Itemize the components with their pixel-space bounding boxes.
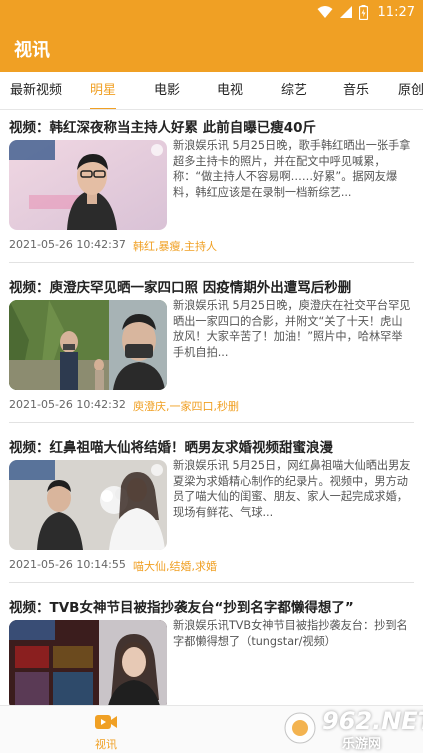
news-item[interactable]: 视频：红鼻祖喵大仙将结婚！晒男友求婚视频甜蜜浪漫 新浪娱乐讯 5月25日，网红鼻… (0, 430, 423, 585)
news-timestamp: 2021-05-26 10:42:32 (9, 398, 126, 411)
tab-tv[interactable]: 电视 (217, 72, 243, 109)
news-item[interactable]: 视频：韩红深夜称当主持人好累 此前自曝已瘦40斤 新浪娱乐讯 5月25日晚，歌手… (0, 110, 423, 265)
news-feed[interactable]: 视频：韩红深夜称当主持人好累 此前自曝已瘦40斤 新浪娱乐讯 5月25日晚，歌手… (0, 110, 423, 705)
news-title: 视频：TVB女神节目被指抄袭友台“抄到名字都懒得想了” (9, 600, 354, 616)
app-bar: 视讯 (0, 24, 423, 72)
news-summary: 新浪娱乐讯 5月25日，网红鼻祖喵大仙晒出男友夏梁为求婚精心制作的纪录片。视频中… (173, 459, 411, 519)
news-title: 视频：红鼻祖喵大仙将结婚！晒男友求婚视频甜蜜浪漫 (9, 440, 333, 456)
video-thumbnail[interactable] (9, 300, 167, 390)
tab-stars[interactable]: 明星 (90, 72, 117, 109)
clock: 11:27 (377, 4, 415, 20)
news-timestamp: 2021-05-26 10:42:37 (9, 238, 126, 251)
wifi-icon (317, 6, 333, 18)
news-tags: 庾澄庆,一家四口,秒删 (133, 400, 239, 413)
news-item[interactable]: 视频：庾澄庆罕见晒一家四口照 因疫情期外出遭骂后秒删 新浪娱乐讯 5月25日晚，… (0, 270, 423, 425)
status-bar: 11:27 (0, 0, 423, 24)
news-summary: 新浪娱乐讯 5月25日晚，庾澄庆在社交平台罕见晒出一家四口的合影，并附文“关了十… (173, 299, 411, 359)
signal-icon (339, 6, 352, 18)
news-title: 视频：韩红深夜称当主持人好累 此前自曝已瘦40斤 (9, 120, 316, 136)
watermark-logo-icon (284, 712, 316, 744)
video-camera-icon (95, 715, 117, 729)
video-thumbnail[interactable] (9, 620, 167, 705)
video-thumbnail[interactable] (9, 460, 167, 550)
tab-latest-video[interactable]: 最新视频 (10, 72, 62, 109)
news-summary: 新浪娱乐讯 5月25日晚，歌手韩红晒出一张手拿超多主持卡的照片，并在配文中呼见喊… (173, 139, 411, 199)
battery-icon (358, 4, 368, 20)
news-tags: 韩红,暴瘦,主持人 (133, 240, 217, 253)
tab-movies[interactable]: 电影 (154, 72, 180, 109)
tab-variety[interactable]: 综艺 (281, 72, 307, 109)
category-tabs: 最新视频 明星 电影 电视 综艺 音乐 原创 (0, 72, 423, 110)
divider (9, 422, 414, 423)
nav-video[interactable]: 视讯 (88, 710, 124, 752)
watermark-subtext: 乐游网 (342, 737, 382, 752)
nav-label: 视讯 (95, 738, 117, 751)
tab-original[interactable]: 原创 (398, 72, 423, 109)
tab-music[interactable]: 音乐 (343, 72, 369, 109)
news-title: 视频：庾澄庆罕见晒一家四口照 因疫情期外出遭骂后秒删 (9, 280, 352, 296)
video-thumbnail[interactable] (9, 140, 167, 230)
watermark-text: 962.NET (322, 707, 423, 735)
news-timestamp: 2021-05-26 10:14:55 (9, 558, 126, 571)
divider (9, 582, 414, 583)
news-item[interactable]: 视频：TVB女神节目被指抄袭友台“抄到名字都懒得想了” 新浪娱乐讯TVB女神节目… (0, 590, 423, 705)
page-title: 视讯 (14, 40, 50, 61)
news-summary: 新浪娱乐讯TVB女神节目被指抄袭友台：抄到名字都懒得想了（tungstar/视频… (173, 619, 408, 648)
site-watermark: 962.NET 乐游网 (282, 705, 423, 752)
news-tags: 喵大仙,结婚,求婚 (133, 560, 217, 573)
status-icons: 11:27 (317, 3, 415, 21)
divider (9, 262, 414, 263)
